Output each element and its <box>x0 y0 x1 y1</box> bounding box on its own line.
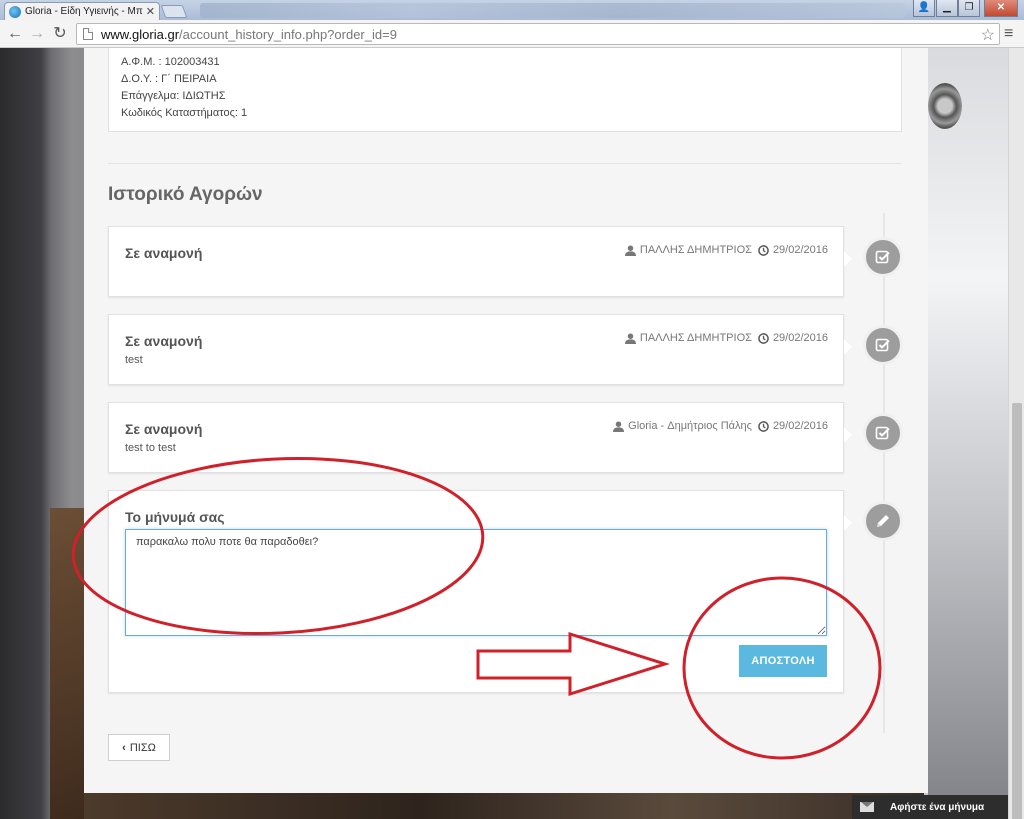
entry-meta: ΠΑΛΛΗΣ ΔΗΜΗΤΡΙΟΣ 29/02/2016 <box>624 244 828 256</box>
entry-meta: Gloria - Δημήτριος Πάλης 29/02/2016 <box>613 420 828 432</box>
user-icon <box>624 244 636 256</box>
entry-status: Σε αναμονή <box>125 421 203 437</box>
entry-status: Σε αναμονή <box>125 333 203 349</box>
page-scrollbar[interactable] <box>1008 48 1024 819</box>
browser-menu-icon[interactable]: ≡ <box>1004 25 1013 43</box>
history-entry: Σε αναμονή test to test Gloria - Δημήτρι… <box>108 402 852 473</box>
background-photo-right <box>928 48 1008 819</box>
check-square-icon <box>863 325 903 365</box>
browser-toolbar: ← → ↻ www.gloria.gr/account_history_info… <box>0 20 1024 48</box>
back-button[interactable]: ‹ ΠΙΣΩ <box>108 734 170 761</box>
info-line: Α.Φ.Μ. : 102003431 <box>121 56 220 68</box>
page-viewport: Α.Φ.Μ. : 102003431 Δ.Ο.Υ. : Γ΄ ΠΕΙΡΑΙΑ Ε… <box>0 48 1024 819</box>
scrollbar-thumb[interactable] <box>1012 403 1022 819</box>
info-line: Επάγγελμα: ΙΔΙΩΤΗΣ <box>121 90 226 102</box>
entry-note: test <box>125 354 143 366</box>
info-line: Κωδικός Καταστήματος: 1 <box>121 107 248 119</box>
maximize-icon[interactable]: ❐ <box>958 0 980 17</box>
entry-user: Gloria - Δημήτριος Πάλης <box>628 420 752 432</box>
chat-widget[interactable]: Αφήστε ένα μήνυμα <box>852 795 1008 819</box>
url-host: www.gloria.gr <box>101 26 180 42</box>
history-entry: Σε αναμονή ΠΑΛΛΗΣ ΔΗΜΗΤΡΙΟΣ 29/02/2016 <box>108 226 852 297</box>
envelope-icon <box>860 802 874 812</box>
tab-title: Gloria - Είδη Υγιεινής - Μπ <box>25 6 143 17</box>
clock-icon <box>758 420 769 432</box>
address-bar[interactable]: www.gloria.gr/account_history_info.php?o… <box>76 23 1000 45</box>
entry-status: Σε αναμονή <box>125 245 203 261</box>
send-button[interactable]: ΑΠΟΣΤΟΛΗ <box>739 645 827 677</box>
entry-date: 29/02/2016 <box>772 420 828 432</box>
window-close-icon[interactable]: ✕ <box>984 0 1018 17</box>
info-line: Δ.Ο.Υ. : Γ΄ ΠΕΙΡΑΙΑ <box>121 73 217 85</box>
entry-user: ΠΑΛΛΗΣ ΔΗΜΗΤΡΙΟΣ <box>639 332 752 344</box>
chevron-left-icon: ‹ <box>122 741 126 754</box>
user-icon <box>613 420 625 432</box>
entry-date: 29/02/2016 <box>772 332 828 344</box>
browser-tab-bar: Gloria - Είδη Υγιεινής - Μπ ✕ 👤 ▁ ❐ ✕ <box>0 0 1024 20</box>
entry-note: test to test <box>125 442 176 454</box>
timeline-line <box>883 213 885 733</box>
other-tabs <box>200 3 905 18</box>
clock-icon <box>758 332 769 344</box>
bookmark-star-icon[interactable]: ☆ <box>981 25 995 45</box>
history-entry: Σε αναμονή test ΠΑΛΛΗΣ ΔΗΜΗΤΡΙΟΣ 29/02/2… <box>108 314 852 385</box>
pencil-icon <box>863 501 903 541</box>
entry-date: 29/02/2016 <box>772 244 828 256</box>
main-content: Α.Φ.Μ. : 102003431 Δ.Ο.Υ. : Γ΄ ΠΕΙΡΑΙΑ Ε… <box>84 48 928 793</box>
minimize-icon[interactable]: ▁ <box>936 0 958 17</box>
user-icon <box>624 332 636 344</box>
browser-tab[interactable]: Gloria - Είδη Υγιεινής - Μπ ✕ <box>4 2 160 20</box>
section-divider <box>108 163 902 164</box>
check-square-icon <box>863 413 903 453</box>
tab-close-icon[interactable]: ✕ <box>146 5 155 18</box>
clock-icon <box>758 244 769 256</box>
back-button-label: ΠΙΣΩ <box>129 741 156 754</box>
check-square-icon <box>863 237 903 277</box>
entry-meta: ΠΑΛΛΗΣ ΔΗΜΗΤΡΙΟΣ 29/02/2016 <box>624 332 828 344</box>
message-form: Το μήνυμά σας παρακαλω πολυ ποτε θα παρα… <box>108 490 852 693</box>
url-path: /account_history_info.php?order_id=9 <box>179 26 397 42</box>
forward-arrow-icon[interactable]: → <box>28 25 46 43</box>
favicon-icon <box>9 5 21 18</box>
background-photo-knob <box>928 83 962 129</box>
message-textarea[interactable]: παρακαλω πολυ ποτε θα παραδοθει? <box>125 529 827 636</box>
chat-widget-label: Αφήστε ένα μήνυμα <box>890 801 985 813</box>
back-arrow-icon[interactable]: ← <box>6 25 24 43</box>
new-tab-button[interactable] <box>160 5 188 18</box>
message-label: Το μήνυμά σας <box>125 509 225 525</box>
page-icon <box>83 28 93 40</box>
history-title: Ιστορικό Αγορών <box>108 184 263 205</box>
account-info-box: Α.Φ.Μ. : 102003431 Δ.Ο.Υ. : Γ΄ ΠΕΙΡΑΙΑ Ε… <box>108 48 902 132</box>
user-icon[interactable]: 👤 <box>913 0 935 17</box>
entry-user: ΠΑΛΛΗΣ ΔΗΜΗΤΡΙΟΣ <box>639 244 752 256</box>
reload-icon[interactable]: ↻ <box>51 25 69 43</box>
